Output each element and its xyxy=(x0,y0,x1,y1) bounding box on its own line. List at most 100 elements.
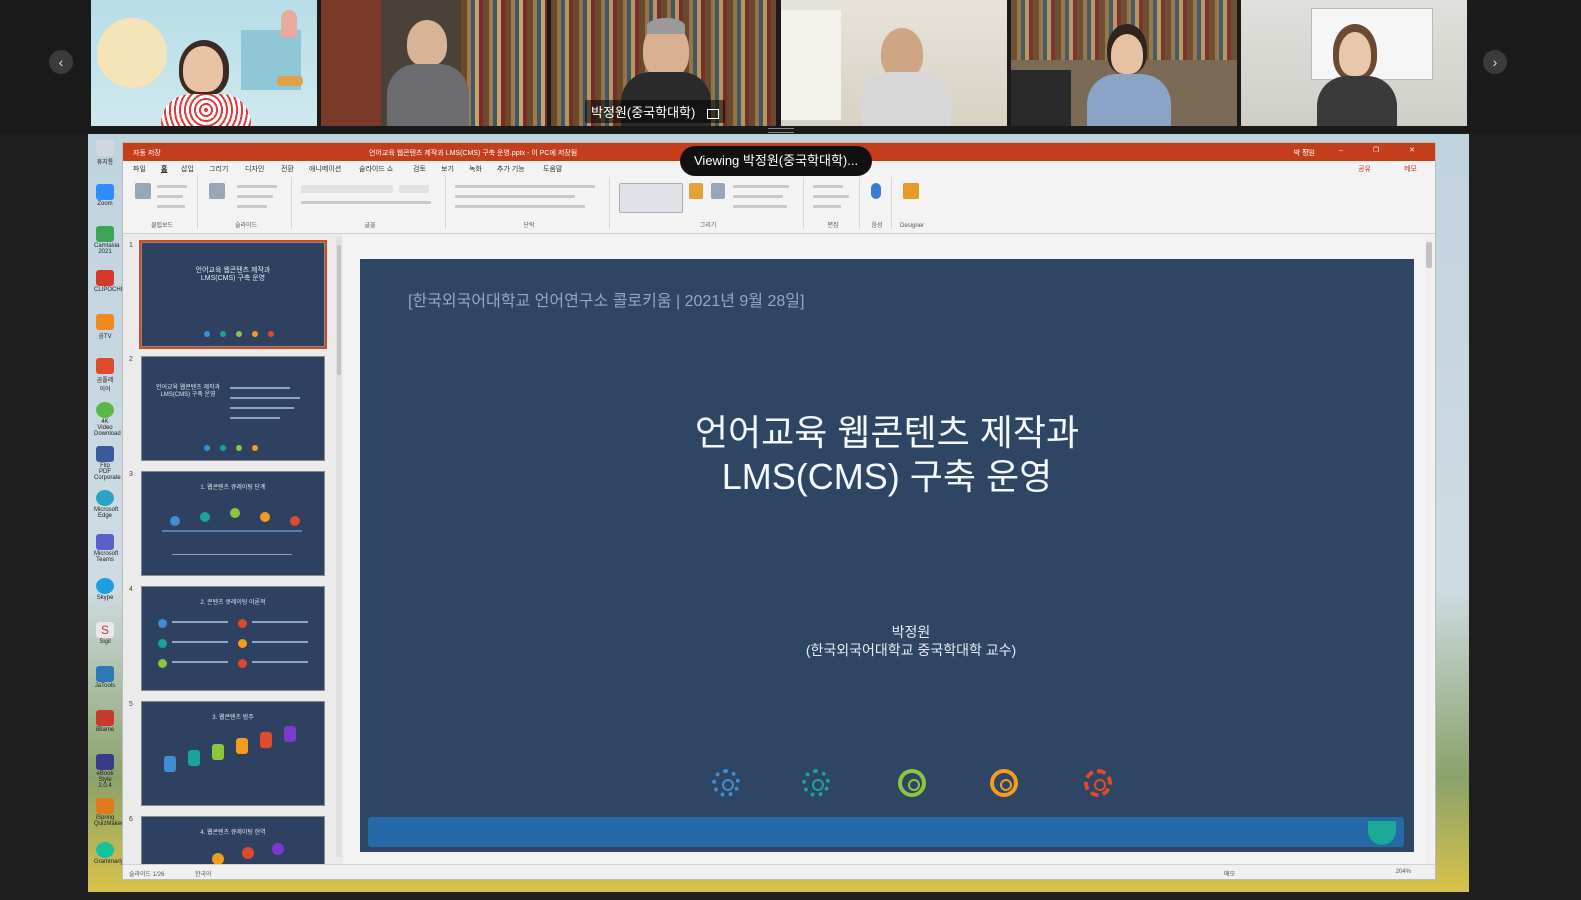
shapes-gallery-icon[interactable] xyxy=(619,183,683,213)
thumbnail-title: 4. 웹콘텐츠 큐레이팅 현역 xyxy=(200,830,266,836)
menu-insert[interactable]: 삽입 xyxy=(181,164,194,174)
slide-title-line-2: LMS(CMS) 구축 운영 xyxy=(721,456,1053,497)
slide-author: 박정원 (한국외국어대학교 중국학대학 교수) xyxy=(760,623,1062,659)
desktop-icon-iblame[interactable]: iBlame xyxy=(94,710,116,733)
strip-resize-handle[interactable] xyxy=(768,128,794,133)
participant-strip: ‹ › 박정원(중국학대학) xyxy=(0,0,1581,134)
camtasia-icon xyxy=(96,226,114,242)
new-slide-icon[interactable] xyxy=(209,183,225,199)
ispring-icon xyxy=(96,798,114,814)
desktop-icon-gomplayer[interactable]: 곰플레이어 xyxy=(94,358,116,393)
desktop-icon-ispring[interactable]: iSpring QuizMaker xyxy=(94,798,123,827)
dictate-icon[interactable] xyxy=(871,183,881,199)
autosave-toggle[interactable]: 자동 저장 xyxy=(133,148,161,158)
menu-help[interactable]: 도움말 xyxy=(543,164,562,174)
video-tile-6[interactable] xyxy=(1241,0,1467,126)
share-screen-icon xyxy=(706,108,719,119)
slide-title-line-1: 언어교육 웹콘텐츠 제작과 xyxy=(694,412,1080,453)
scrollbar-thumb[interactable] xyxy=(1426,242,1432,268)
menu-file[interactable]: 파일 xyxy=(133,164,146,174)
ribbon-group-font: 글꼴 xyxy=(295,177,446,229)
ribbon-group-label: 그리기 xyxy=(699,223,717,229)
paste-icon[interactable] xyxy=(135,183,151,199)
video-tile-2[interactable] xyxy=(321,0,547,126)
desktop-icon-gomtv[interactable]: 곰TV xyxy=(94,314,116,340)
desktop-icon-clipochi[interactable]: CLIPOCHI xyxy=(94,270,122,293)
desktop-icon-flip-pdf[interactable]: Flip PDF Corporate xyxy=(94,446,121,481)
desktop-icon-jatools[interactable]: JaTools xyxy=(94,666,116,689)
ribbon-group-label: 슬라이드 xyxy=(234,223,258,229)
desktop-icon-edge[interactable]: Microsoft Edge xyxy=(94,490,119,519)
slide-canvas[interactable]: [한국외국어대학교 언어연구소 콜로키움 | 2021년 9월 28일] 언어교… xyxy=(360,259,1414,852)
menu-draw[interactable]: 그리기 xyxy=(209,164,228,174)
menu-view[interactable]: 보기 xyxy=(441,164,454,174)
viewing-indicator[interactable]: Viewing 박정원(중국학대학)... xyxy=(680,146,873,176)
window-controls[interactable]: ▭ – ❐ ✕ xyxy=(1303,146,1429,154)
menu-review[interactable]: 검토 xyxy=(413,164,426,174)
thumbnail-slide-3[interactable]: 1. 웹콘텐츠 큐레이팅 단계 xyxy=(141,471,325,576)
video-tile-active-speaker[interactable]: 박정원(중국학대학) xyxy=(551,0,776,126)
slide-title: 언어교육 웹콘텐츠 제작과 LMS(CMS) 구축 운영 xyxy=(360,411,1414,499)
desktop-icon-label: JaTools xyxy=(94,683,116,689)
ribbon-group-slides: 슬라이드 xyxy=(201,177,292,229)
comments-button[interactable]: 메모 xyxy=(1404,164,1417,174)
ribbon-group-clipboard: 클립보드 xyxy=(127,177,198,229)
desktop-icon-4k-video[interactable]: 4K Video Download xyxy=(94,402,121,437)
desktop-icon-teams[interactable]: Microsoft Teams xyxy=(94,534,119,563)
desktop-icon-camtasia[interactable]: Camtasia 2021 xyxy=(94,226,119,255)
menu-transitions[interactable]: 전환 xyxy=(281,164,294,174)
thumbnail-title: 언어교육 웹콘텐츠 제작과 LMS(CMS) 구축 운영 xyxy=(155,385,221,398)
gomtv-icon xyxy=(96,314,114,330)
desktop-icon-recycle-bin[interactable]: 휴지통 xyxy=(94,140,116,166)
thumbnail-slide-6[interactable]: 4. 웹콘텐츠 큐레이팅 현역 xyxy=(141,816,325,864)
menu-animations[interactable]: 애니메이션 xyxy=(309,164,341,174)
thumbnail-number: 6 xyxy=(129,816,133,823)
powerpoint-window: 자동 저장 언어교육 웹콘텐츠 제작과 LMS(CMS) 구축 운영.pptx … xyxy=(122,142,1436,880)
jatools-icon xyxy=(96,666,114,682)
menu-home[interactable]: 홈 xyxy=(161,164,167,174)
thumbnail-slide-2[interactable]: 언어교육 웹콘텐츠 제작과 LMS(CMS) 구축 운영 xyxy=(141,356,325,461)
quick-styles-icon[interactable] xyxy=(711,183,725,199)
desktop-icon-skype[interactable]: Skype xyxy=(94,578,116,601)
ribbon-group-voice: 음성 xyxy=(863,177,892,229)
video-tile-5[interactable] xyxy=(1011,0,1237,126)
slide-scrollbar[interactable] xyxy=(1425,234,1433,864)
desktop-icon-label: Microsoft Edge xyxy=(94,507,119,519)
desktop-icon-label: Microsoft Teams xyxy=(94,551,119,563)
thumbnail-title: 3. 웹콘텐츠 범주 xyxy=(212,715,254,721)
slide-footer-badge xyxy=(1368,821,1396,845)
notes-button[interactable]: 메모 xyxy=(1224,869,1235,878)
desktop-icon-ebook-style[interactable]: eBook Style 2.0.4 xyxy=(94,754,116,789)
desktop-icon-sigil[interactable]: S Sigil xyxy=(94,622,116,645)
desktop-icon-zoom[interactable]: Zoom xyxy=(94,184,116,207)
desktop-icon-label: 휴지통 xyxy=(96,160,114,166)
thumbnail-slide-1[interactable]: 언어교육 웹콘텐츠 제작과 LMS(CMS) 구축 운영 xyxy=(139,240,327,349)
thumbnail-number: 4 xyxy=(129,586,133,593)
menu-addins[interactable]: 추가 기능 xyxy=(497,164,525,174)
language-indicator[interactable]: 한국어 xyxy=(195,869,212,878)
scrollbar-thumb[interactable] xyxy=(337,245,341,375)
gomplayer-icon xyxy=(96,358,114,374)
thumbnail-slide-5[interactable]: 3. 웹콘텐츠 범주 xyxy=(141,701,325,806)
edit-icon xyxy=(990,769,1018,797)
chevron-right-icon[interactable]: › xyxy=(1483,50,1507,74)
flip-pdf-icon xyxy=(96,446,114,462)
zoom-level[interactable]: 204% xyxy=(1396,869,1411,875)
video-tile-1[interactable] xyxy=(91,0,317,126)
desktop-icon-label: 곰플레이어 xyxy=(96,378,114,393)
iblame-icon xyxy=(96,710,114,726)
ribbon: 클립보드 슬라이드 글꼴 단락 그리기 편집 음성 Designer xyxy=(123,175,1435,234)
author-affiliation: (한국외국어대학교 중국학대학 교수) xyxy=(805,642,1017,658)
thumbnail-slide-4[interactable]: 2. 콘텐츠 큐레이팅 이론적 xyxy=(141,586,325,691)
share-button[interactable]: 공유 xyxy=(1358,164,1371,174)
menu-record[interactable]: 녹화 xyxy=(469,164,482,174)
participant-name-tag: 박정원(중국학대학) xyxy=(585,100,725,123)
desktop-icon-grammarly[interactable]: Grammarly xyxy=(94,842,124,865)
arrange-icon[interactable] xyxy=(689,183,703,199)
chevron-left-icon[interactable]: ‹ xyxy=(49,50,73,74)
menu-slideshow[interactable]: 슬라이드 쇼 xyxy=(359,164,393,174)
video-tile-4[interactable] xyxy=(781,0,1007,126)
designer-icon[interactable] xyxy=(903,183,919,199)
thumbnails-scrollbar[interactable] xyxy=(336,237,342,857)
menu-design[interactable]: 디자인 xyxy=(245,164,264,174)
